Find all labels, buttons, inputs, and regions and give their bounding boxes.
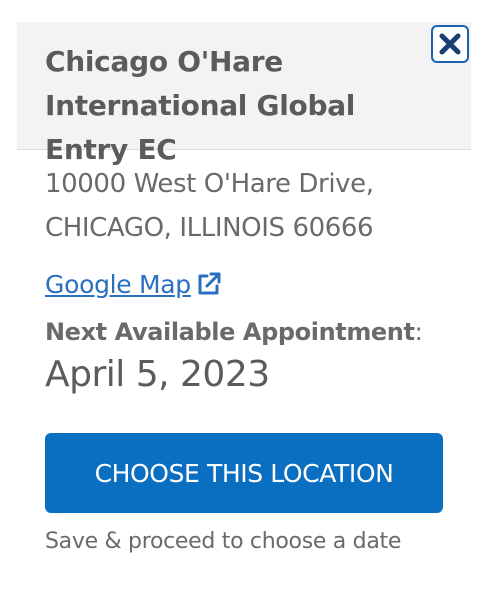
next-appointment-colon: : bbox=[414, 318, 423, 346]
card-body: 10000 West O'Hare Drive, CHICAGO, ILLINO… bbox=[17, 150, 471, 554]
next-appointment-date: April 5, 2023 bbox=[45, 354, 270, 395]
choose-location-button[interactable]: CHOOSE THIS LOCATION bbox=[45, 433, 443, 513]
location-title: Chicago O'Hare International Global Entr… bbox=[45, 45, 356, 166]
google-map-link[interactable]: Google Map bbox=[45, 268, 225, 300]
close-icon bbox=[439, 33, 461, 55]
google-map-link-label: Google Map bbox=[45, 269, 191, 299]
external-link-icon bbox=[198, 272, 221, 295]
next-appointment-row: Next Available Appointment: bbox=[45, 318, 443, 346]
card-header: Chicago O'Hare International Global Entr… bbox=[17, 22, 471, 166]
next-appointment-label: Next Available Appointment bbox=[45, 318, 415, 346]
address-line-2: CHICAGO, ILLINOIS 60666 bbox=[45, 213, 374, 243]
helper-text: Save & proceed to choose a date bbox=[45, 529, 402, 554]
location-card: Chicago O'Hare International Global Entr… bbox=[17, 22, 471, 616]
close-button[interactable] bbox=[431, 25, 469, 63]
